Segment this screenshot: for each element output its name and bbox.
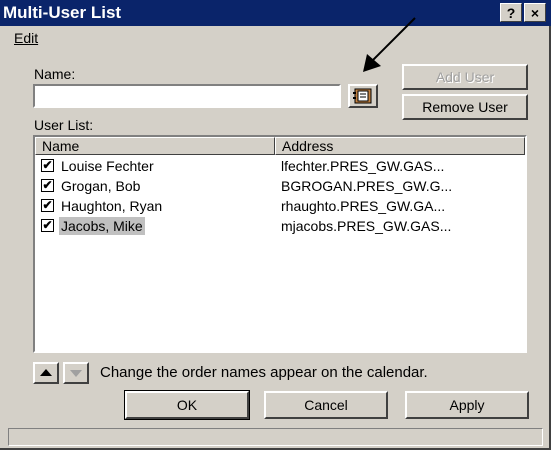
- cancel-button[interactable]: Cancel: [264, 391, 388, 419]
- user-address: mjacobs.PRES_GW.GAS...: [281, 218, 452, 234]
- move-down-button[interactable]: [63, 362, 89, 384]
- arrow-down-icon: [70, 370, 82, 377]
- menu-edit[interactable]: Edit: [14, 30, 38, 46]
- ok-button[interactable]: OK: [124, 390, 250, 420]
- arrow-up-icon: [40, 369, 52, 376]
- apply-button[interactable]: Apply: [405, 391, 529, 419]
- order-hint: Change the order names appear on the cal…: [100, 364, 428, 381]
- user-list-label: User List:: [34, 117, 94, 133]
- checkbox[interactable]: ✔: [41, 199, 54, 212]
- address-book-button[interactable]: [348, 84, 378, 108]
- menu-bar: Edit: [0, 27, 551, 49]
- checkbox[interactable]: ✔: [41, 179, 54, 192]
- add-user-button[interactable]: Add User: [402, 64, 528, 90]
- column-header-address[interactable]: Address: [275, 137, 525, 155]
- window-title: Multi-User List: [3, 3, 122, 22]
- user-name: Grogan, Bob: [61, 178, 141, 194]
- column-header-name[interactable]: Name: [35, 137, 275, 155]
- multi-user-list-dialog: Multi-User List ? × Edit Name: Add User …: [0, 0, 551, 450]
- user-address: BGROGAN.PRES_GW.G...: [281, 178, 453, 194]
- list-item[interactable]: ✔ Grogan, Bob BGROGAN.PRES_GW.G...: [35, 176, 525, 196]
- help-button[interactable]: ?: [500, 3, 522, 22]
- user-address: rhaughto.PRES_GW.GA...: [281, 198, 446, 214]
- address-book-icon: [353, 88, 372, 104]
- close-button[interactable]: ×: [524, 3, 546, 22]
- user-name: Jacobs, Mike: [59, 217, 145, 235]
- move-up-button[interactable]: [33, 362, 59, 384]
- checkbox[interactable]: ✔: [41, 219, 54, 232]
- status-bar: [8, 428, 543, 446]
- name-label: Name:: [34, 66, 76, 82]
- title-bar: Multi-User List ? ×: [0, 0, 551, 26]
- user-list[interactable]: Name Address ✔ Louise Fechter lfechter.P…: [33, 135, 527, 353]
- name-input[interactable]: [33, 84, 341, 108]
- user-name: Louise Fechter: [61, 158, 154, 174]
- user-name: Haughton, Ryan: [61, 198, 163, 214]
- list-item[interactable]: ✔ Haughton, Ryan rhaughto.PRES_GW.GA...: [35, 196, 525, 216]
- checkbox[interactable]: ✔: [41, 159, 54, 172]
- user-address: lfechter.PRES_GW.GAS...: [281, 158, 445, 174]
- list-item[interactable]: ✔ Louise Fechter lfechter.PRES_GW.GAS...: [35, 156, 525, 176]
- list-item-selected[interactable]: ✔ Jacobs, Mike mjacobs.PRES_GW.GAS...: [35, 216, 525, 236]
- remove-user-button[interactable]: Remove User: [402, 94, 528, 120]
